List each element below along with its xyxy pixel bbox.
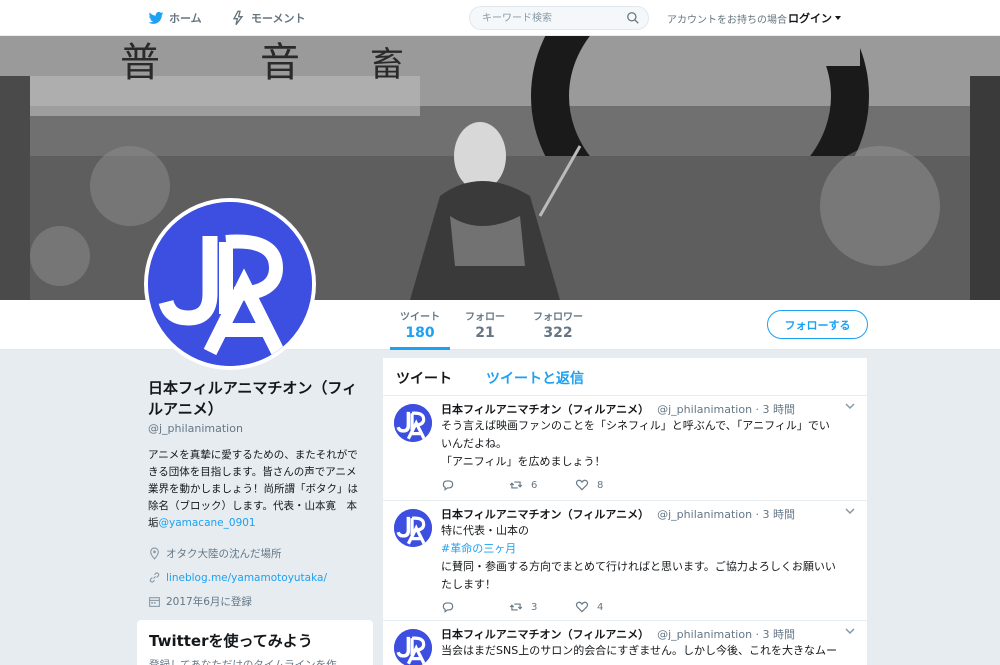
login-label: ログイン [788, 12, 832, 25]
jpa-logo-small [394, 629, 432, 665]
tweet-text-line: たします！ [441, 578, 496, 591]
signup-card: Twitterを使ってみよう 登録してあなただけのタイムラインを作 [137, 620, 373, 665]
twitter-bird-icon [148, 12, 164, 24]
stat-tweets[interactable]: ツイート 180 [390, 308, 450, 350]
chevron-down-icon[interactable] [845, 402, 855, 410]
stat-following-label: フォロー [465, 312, 505, 323]
tweet-item[interactable]: 日本フィルアニマチオン（フィルアニメ） @j_philanimation · 3 … [383, 396, 867, 501]
login-prompt: アカウントをお持ちの場合 [667, 14, 787, 26]
stat-followers-value: 322 [543, 325, 573, 341]
search-icon[interactable] [626, 11, 640, 25]
jpa-logo-graphic [148, 202, 312, 366]
stat-followers[interactable]: フォロワー 322 [526, 308, 590, 341]
chevron-down-icon[interactable] [845, 627, 855, 635]
profile-info: 日本フィルアニマチオン（フィルアニメ） @j_philanimation アニメ… [148, 378, 363, 609]
tweet-text-line: 当会はまだSNS上のサロン的会合にすぎません。しかし今後、これを大きなムー [441, 644, 837, 657]
svg-text:畜: 畜 [370, 45, 404, 85]
jpa-logo-small [394, 509, 432, 547]
heart-icon [575, 479, 589, 491]
reply-icon [442, 480, 454, 491]
tweet-author-name[interactable]: 日本フィルアニマチオン（フィルアニメ） [441, 628, 649, 641]
profile-url-link[interactable]: lineblog.me/yamamotoyutaka/ [166, 572, 327, 584]
tab-tweets-and-replies[interactable]: ツイートと返信 [486, 368, 584, 388]
svg-text:普: 普 [120, 40, 160, 86]
tweet-author-handle[interactable]: @j_philanimation · 3 時間 [657, 403, 795, 416]
reply-icon [442, 602, 454, 613]
top-nav: ホーム モーメント アカウントをお持ちの場合 ログイン [0, 0, 1000, 36]
retweet-button[interactable]: 6 [509, 478, 537, 492]
hashtag-link[interactable]: #革命の三ヶ月 [441, 540, 855, 558]
signup-card-title: Twitterを使ってみよう [149, 632, 313, 650]
like-count: 4 [597, 601, 604, 613]
tweet-author-name[interactable]: 日本フィルアニマチオン（フィルアニメ） [441, 508, 649, 521]
retweet-count: 6 [531, 479, 538, 491]
nav-home[interactable]: ホーム [148, 0, 202, 36]
profile-url: lineblog.me/yamamotoyutaka/ [148, 571, 363, 584]
timeline: ツイート ツイートと返信 日本フィルアニマチオン（フィルアニメ） @j_phila… [383, 358, 867, 665]
tweet-text-line: 特に代表・山本の [441, 524, 529, 537]
login-button[interactable]: ログイン [788, 0, 841, 36]
tweet-header: 日本フィルアニマチオン（フィルアニメ） @j_philanimation · 3 … [441, 401, 795, 417]
profile-location: オタク大陸の沈んだ場所 [148, 546, 363, 561]
link-icon [149, 572, 160, 583]
like-button[interactable]: 8 [575, 478, 603, 492]
timeline-tabs: ツイート ツイートと返信 [383, 358, 867, 396]
tweet-author-handle[interactable]: @j_philanimation · 3 時間 [657, 508, 795, 521]
reply-button[interactable] [441, 478, 463, 492]
search-input[interactable] [470, 8, 620, 28]
bio-mention-link[interactable]: @yamacane_0901 [159, 517, 256, 529]
signup-card-subtitle: 登録してあなただけのタイムラインを作 [149, 659, 337, 665]
follow-button[interactable]: フォローする [767, 310, 868, 339]
tweet-text-line: 「アニフィル」を広めましょう！ [441, 455, 606, 468]
jpa-logo-small [394, 404, 432, 442]
profile-avatar[interactable] [144, 198, 316, 370]
retweet-button[interactable]: 3 [509, 600, 537, 614]
tweet-text-line: そう言えば映画ファンのことを「シネフィル」と呼ぶんで、「アニフィル」でい [441, 419, 830, 432]
tweet-text: そう言えば映画ファンのことを「シネフィル」と呼ぶんで、「アニフィル」でい いんだ… [441, 417, 855, 471]
like-button[interactable]: 4 [575, 600, 603, 614]
lightning-icon [232, 10, 244, 26]
tweet-avatar[interactable] [394, 509, 432, 547]
tab-tweets[interactable]: ツイート [396, 368, 452, 388]
search-box [469, 6, 649, 30]
like-count: 8 [597, 479, 604, 491]
chevron-down-icon[interactable] [845, 507, 855, 515]
nav-moments[interactable]: モーメント [230, 0, 306, 36]
profile-handle: @j_philanimation [148, 422, 243, 435]
calendar-icon [149, 597, 160, 607]
tweet-avatar[interactable] [394, 629, 432, 665]
profile-bio: アニメを真摯に愛するための、またそれができる団体を目指します。皆さんの声でアニメ… [148, 447, 363, 532]
stat-following[interactable]: フォロー 21 [459, 308, 511, 341]
profile-joined-text: 2017年6月に登録 [166, 596, 252, 608]
retweet-icon [509, 603, 523, 611]
nav-home-label: ホーム [169, 12, 202, 25]
svg-text:音: 音 [260, 40, 300, 86]
location-pin-icon [150, 547, 159, 560]
profile-location-text: オタク大陸の沈んだ場所 [166, 548, 282, 560]
tweet-text-line: に賛同・参画する方向でまとめて行ければと思います。ご協力よろしくお願いい [441, 560, 836, 573]
stat-following-value: 21 [475, 325, 495, 341]
heart-icon [575, 601, 589, 613]
retweet-icon [509, 481, 523, 489]
tweet-header: 日本フィルアニマチオン（フィルアニメ） @j_philanimation · 3 … [441, 626, 795, 642]
stat-tweets-label: ツイート [400, 312, 440, 323]
chevron-down-icon [835, 16, 841, 20]
nav-moments-label: モーメント [251, 12, 306, 25]
tweet-avatar[interactable] [394, 404, 432, 442]
tweet-text: 当会はまだSNS上のサロン的会合にすぎません。しかし今後、これを大きなムー [441, 642, 855, 660]
tweet-text: 特に代表・山本の #革命の三ヶ月 に賛同・参画する方向でまとめて行ければと思いま… [441, 522, 855, 594]
tweet-text-line: いんだよね。 [441, 437, 507, 450]
tweet-author-handle[interactable]: @j_philanimation · 3 時間 [657, 628, 795, 641]
profile-name: 日本フィルアニマチオン（フィルアニメ） [148, 379, 358, 418]
stat-tweets-value: 180 [405, 325, 435, 341]
retweet-count: 3 [531, 601, 538, 613]
tweet-header: 日本フィルアニマチオン（フィルアニメ） @j_philanimation · 3 … [441, 506, 795, 522]
stat-followers-label: フォロワー [533, 312, 583, 323]
jpa-logo [148, 202, 312, 366]
profile-joined: 2017年6月に登録 [148, 594, 363, 609]
tweet-author-name[interactable]: 日本フィルアニマチオン（フィルアニメ） [441, 403, 649, 416]
reply-button[interactable] [441, 600, 463, 614]
tweet-item[interactable]: 日本フィルアニマチオン（フィルアニメ） @j_philanimation · 3 … [383, 621, 867, 665]
tweet-item[interactable]: 日本フィルアニマチオン（フィルアニメ） @j_philanimation · 3 … [383, 501, 867, 621]
